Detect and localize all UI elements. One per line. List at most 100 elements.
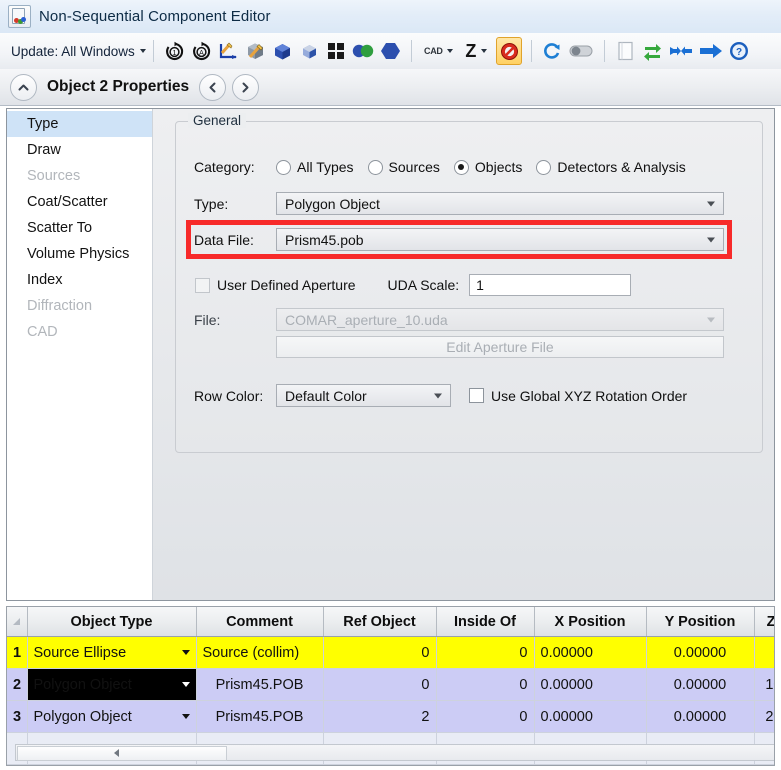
general-group: General Category: All Types Sources Obje… [175, 113, 763, 453]
no-entry-icon[interactable] [496, 37, 523, 65]
sidebar-item-volume-physics[interactable]: Volume Physics [7, 241, 152, 267]
cell-object-type[interactable]: Polygon Object [27, 700, 197, 733]
svg-text:A: A [199, 50, 204, 57]
sidebar-item-scatter-to[interactable]: Scatter To [7, 215, 152, 241]
column-header-object-type[interactable]: Object Type [27, 607, 197, 637]
radio-detectors-analysis[interactable] [536, 159, 552, 175]
cell-y-position[interactable]: 0.00000 [646, 636, 755, 669]
previous-object-button[interactable] [199, 73, 227, 101]
sidebar-item-draw[interactable]: Draw [7, 137, 152, 163]
row-index[interactable]: 1 [7, 636, 28, 669]
column-header-z-position[interactable]: Z [754, 607, 774, 637]
swap-arrows-icon[interactable] [640, 38, 664, 64]
use-global-xyz-rotation-checkbox[interactable] [469, 388, 484, 403]
update-all-windows-icon[interactable]: A [189, 38, 213, 64]
cell-inside-of[interactable]: 0 [436, 700, 535, 733]
data-file-combobox[interactable]: Prism45.pob [276, 228, 724, 251]
rotate-icon[interactable] [540, 38, 564, 64]
type-combobox[interactable]: Polygon Object [276, 192, 724, 215]
properties-sidebar: Type Draw Sources Coat/Scatter Scatter T… [7, 109, 153, 600]
right-arrow-icon[interactable] [698, 38, 724, 64]
row-index[interactable]: 2 [7, 668, 28, 701]
table-row[interactable]: 2 Polygon Object Prism45.POB 0 0 0.00000… [7, 668, 774, 701]
column-header-inside-of[interactable]: Inside Of [436, 607, 535, 637]
page-title: Object 2 Properties [47, 78, 190, 95]
table-row[interactable]: 1 Source Ellipse Source (collim) 0 0 0.0… [7, 636, 774, 669]
cell-y-position[interactable]: 0.00000 [646, 700, 755, 733]
cell-comment[interactable]: Prism45.POB [196, 668, 324, 701]
properties-pane: Type Draw Sources Coat/Scatter Scatter T… [6, 108, 775, 601]
two-dots-icon[interactable] [351, 38, 375, 64]
update-single-window-icon[interactable]: 1 [162, 38, 186, 64]
column-header-y-position[interactable]: Y Position [646, 607, 755, 637]
sidebar-item-diffraction: Diffraction [27, 298, 93, 314]
column-header-comment[interactable]: Comment [196, 607, 324, 637]
cell-x-position[interactable]: 0.00000 [534, 668, 647, 701]
cell-comment[interactable]: Prism45.POB [196, 700, 324, 733]
collapse-arrows-icon[interactable] [667, 38, 695, 64]
cell-inside-of[interactable]: 0 [436, 668, 535, 701]
help-icon[interactable]: ? [727, 38, 751, 64]
type-combobox-value: Polygon Object [285, 195, 380, 212]
cell-comment[interactable]: Source (collim) [196, 636, 324, 669]
array-objects-icon[interactable] [324, 38, 348, 64]
cell-object-type-value: Source Ellipse [33, 644, 127, 661]
row-index[interactable]: 3 [7, 700, 28, 733]
data-file-combobox-value: Prism45.pob [285, 231, 364, 248]
cell-x-position[interactable]: 0.00000 [534, 636, 647, 669]
chevron-down-icon [139, 49, 146, 53]
uda-scale-input[interactable]: 1 [469, 274, 632, 296]
zemax-z-menu-icon[interactable]: Z [459, 38, 493, 64]
radio-objects[interactable] [453, 159, 469, 175]
polygon-icon[interactable] [378, 38, 402, 64]
toggle-switch-icon[interactable] [567, 38, 595, 64]
shaded-object-icon[interactable] [297, 38, 321, 64]
horizontal-scrollbar[interactable] [15, 744, 774, 761]
toolbar: Update: All Windows 1 A CAD Z ? [0, 33, 781, 70]
sidebar-item-cad: CAD [27, 324, 58, 340]
user-defined-aperture-checkbox[interactable] [195, 277, 210, 293]
cell-ref-object[interactable]: 2 [323, 700, 437, 733]
solid-object-icon[interactable] [270, 38, 294, 64]
radio-sources[interactable] [367, 159, 383, 175]
cell-y-position[interactable]: 0.00000 [646, 668, 755, 701]
document-color-icon [8, 5, 31, 28]
collapse-panel-button[interactable] [10, 73, 37, 101]
cell-inside-of[interactable]: 0 [436, 636, 535, 669]
cell-z-position[interactable]: 20 [754, 700, 774, 733]
sidebar-item-index[interactable]: Index [7, 267, 152, 293]
radio-sources-label: Sources [388, 159, 440, 175]
chevron-left-icon [209, 82, 216, 92]
chevron-down-icon [707, 317, 715, 322]
radio-all-types[interactable] [276, 159, 291, 175]
row-color-combobox[interactable]: Default Color [276, 384, 451, 407]
scroll-left-button[interactable] [108, 746, 124, 759]
cell-z-position[interactable]: 10 [754, 668, 774, 701]
uda-scale-label: UDA Scale: [387, 277, 460, 293]
cell-object-type[interactable]: Polygon Object [27, 668, 197, 701]
cell-x-position[interactable]: 0.00000 [534, 700, 647, 733]
sidebar-item-type[interactable]: Type [7, 111, 152, 137]
table-row[interactable]: 3 Polygon Object Prism45.POB 2 0 0.00000… [7, 700, 774, 733]
data-file-label: Data File: [194, 231, 254, 248]
chevron-left-icon [113, 748, 119, 757]
edit-draw-icon[interactable] [216, 38, 240, 64]
column-header-x-position[interactable]: X Position [534, 607, 647, 637]
cell-object-type-value: Polygon Object [33, 708, 132, 725]
column-header-corner[interactable] [7, 607, 28, 637]
cell-object-type[interactable]: Source Ellipse [27, 636, 197, 669]
sidebar-item-coat-scatter[interactable]: Coat/Scatter [7, 189, 152, 215]
title-bar: Non-Sequential Component Editor [0, 0, 781, 34]
object-properties-header: Object 2 Properties [0, 69, 781, 106]
cad-menu-icon[interactable]: CAD [420, 38, 456, 64]
aperture-file-label: File: [194, 311, 221, 328]
page-icon[interactable] [613, 38, 637, 64]
update-mode-dropdown[interactable]: Update: All Windows [11, 44, 146, 59]
cell-ref-object[interactable]: 0 [323, 668, 437, 701]
object-edit-icon[interactable] [243, 38, 267, 64]
cell-ref-object[interactable]: 0 [323, 636, 437, 669]
category-label: Category: [194, 159, 255, 175]
cell-z-position[interactable]: 0 [754, 636, 774, 669]
next-object-button[interactable] [232, 73, 260, 101]
column-header-ref-object[interactable]: Ref Object [323, 607, 437, 637]
